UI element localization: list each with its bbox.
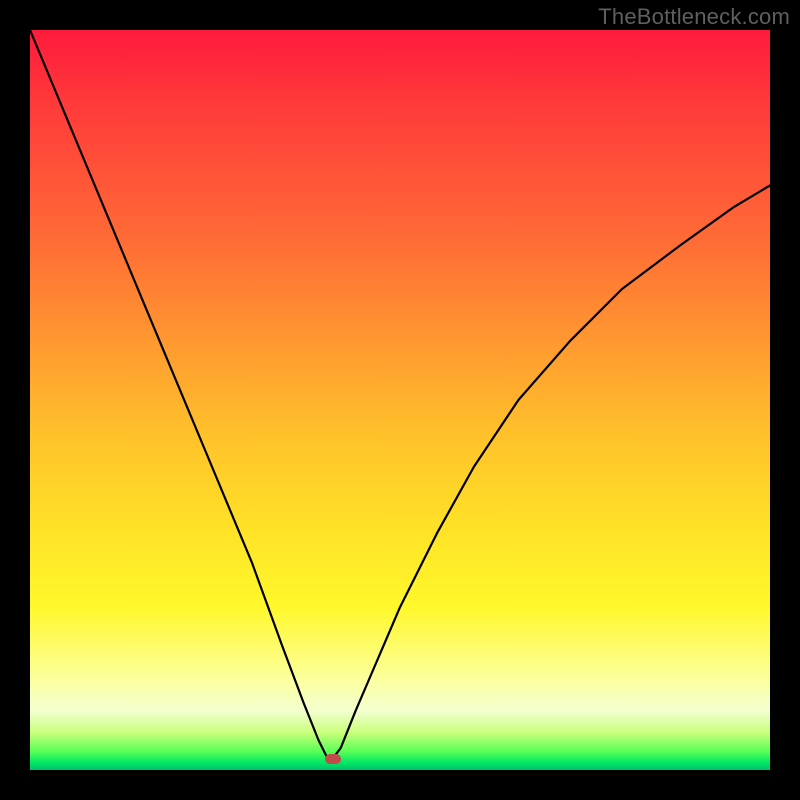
minimum-marker: [325, 754, 341, 764]
plot-area: [30, 30, 770, 770]
curve-svg: [30, 30, 770, 770]
watermark-text: TheBottleneck.com: [598, 4, 790, 30]
chart-frame: TheBottleneck.com: [0, 0, 800, 800]
bottleneck-curve-path: [30, 30, 770, 763]
